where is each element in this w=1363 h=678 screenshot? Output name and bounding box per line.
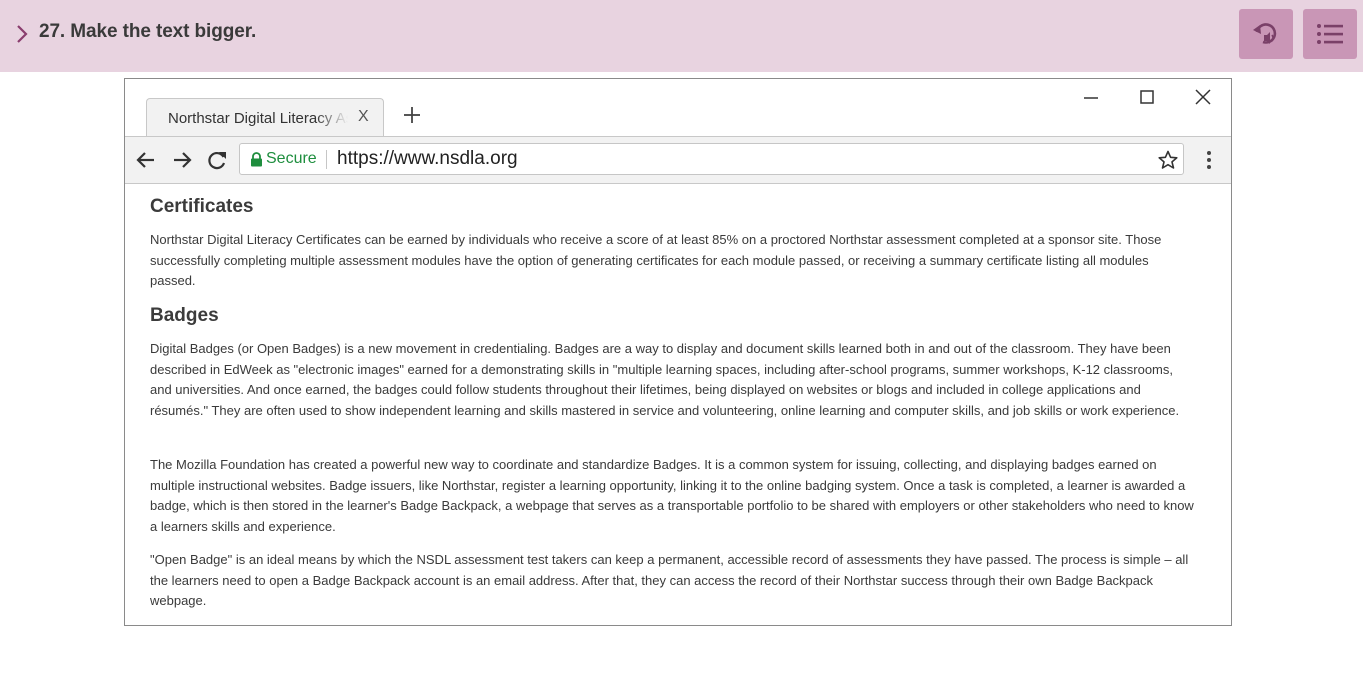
replay-audio-button[interactable] (1239, 9, 1293, 59)
tab-strip: Northstar Digital Literacy Assessment X (125, 79, 1231, 137)
lock-icon (251, 152, 262, 167)
star-bookmark-icon[interactable] (1158, 150, 1178, 170)
tab-title: Northstar Digital Literacy Assessment (168, 110, 348, 127)
address-bar[interactable]: Secure (239, 143, 1184, 175)
secure-label: Secure (266, 150, 317, 167)
page-content: Certificates Northstar Digital Literacy … (125, 184, 1231, 625)
url-input[interactable] (337, 148, 1137, 170)
task-title: 27. Make the text bigger. (39, 21, 257, 42)
badges-paragraph: The Mozilla Foundation has created a pow… (150, 457, 1194, 535)
badges-heading: Badges (150, 305, 219, 326)
reload-icon[interactable] (206, 149, 228, 171)
replay-audio-icon (1253, 23, 1277, 44)
tab-close-button[interactable]: X (358, 108, 369, 126)
browser-window: Northstar Digital Literacy Assessment X (124, 78, 1232, 626)
list-menu-icon (1317, 24, 1343, 44)
certificates-heading: Certificates (150, 196, 254, 217)
menu-button[interactable] (1303, 9, 1357, 59)
minimize-icon[interactable] (1081, 87, 1101, 107)
instruction-bar: 27. Make the text bigger. (0, 0, 1363, 72)
badges-paragraph: "Open Badge" is an ideal means by which … (150, 552, 1189, 609)
arrow-left-icon[interactable] (135, 149, 157, 171)
certificates-paragraph: Northstar Digital Literacy Certificates … (150, 232, 1162, 289)
arrow-right-icon[interactable] (171, 149, 193, 171)
badges-paragraph: Digital Badges (or Open Badges) is a new… (150, 341, 1180, 419)
address-divider (326, 150, 327, 169)
plus-icon[interactable] (401, 104, 423, 126)
more-options-icon[interactable] (1205, 149, 1213, 171)
chevron-right-icon[interactable] (13, 22, 33, 46)
browser-toolbar: Secure (125, 137, 1231, 184)
maximize-icon[interactable] (1137, 87, 1157, 107)
browser-tab[interactable]: Northstar Digital Literacy Assessment X (146, 98, 384, 136)
close-icon[interactable] (1193, 87, 1213, 107)
